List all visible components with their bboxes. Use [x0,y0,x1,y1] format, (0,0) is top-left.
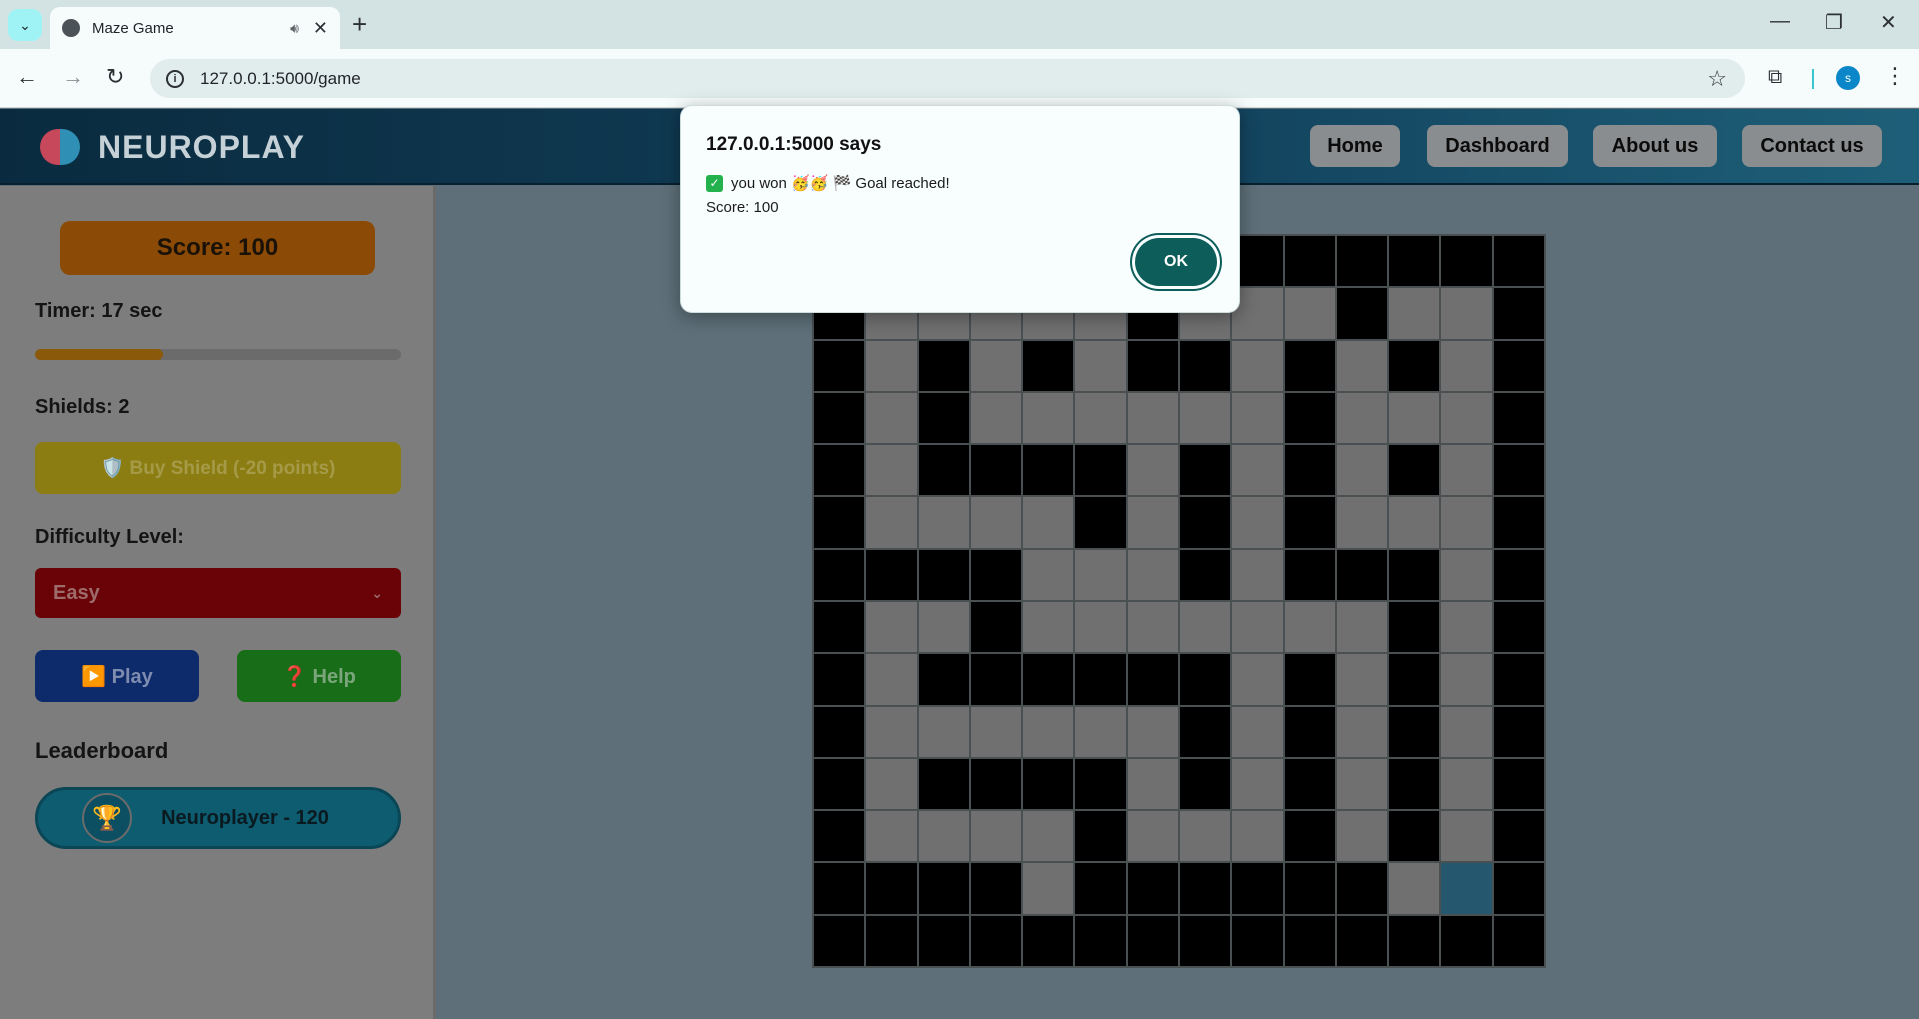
close-window-icon[interactable]: ✕ [1880,10,1897,35]
new-tab-icon[interactable]: + [352,10,367,38]
browser-tab-bar: ⌄ Maze Game 🔊︎ ✕ + — ❐ ✕ [0,0,1919,49]
site-info-icon[interactable]: i [166,69,184,88]
chevron-down-icon: ⌄ [19,16,31,33]
dialog-message-text: you won 🥳🥳 🏁 Goal reached! [731,175,950,192]
extensions-icon[interactable]: ⧉ [1768,66,1782,89]
minimize-icon[interactable]: — [1770,10,1790,33]
close-tab-icon[interactable]: ✕ [313,18,328,39]
globe-icon [62,19,80,37]
toolbar-divider [1812,69,1814,89]
dialog-message: ✓ you won 🥳🥳 🏁 Goal reached! [706,174,950,192]
browser-tab[interactable]: Maze Game 🔊︎ ✕ [50,7,340,49]
bookmark-star-icon[interactable]: ☆ [1707,66,1727,92]
speaker-icon[interactable]: 🔊︎ [290,20,299,37]
address-bar[interactable]: i 127.0.0.1:5000/game ☆ [150,59,1745,98]
tab-title: Maze Game [92,19,174,37]
profile-avatar[interactable]: s [1836,66,1860,90]
dialog-title: 127.0.0.1:5000 says [706,134,882,155]
ok-button[interactable]: OK [1135,238,1217,286]
reload-icon[interactable]: ↻ [106,65,124,89]
check-icon: ✓ [706,174,723,192]
tab-search-button[interactable]: ⌄ [8,9,42,41]
address-url[interactable]: 127.0.0.1:5000/game [200,69,1707,89]
browser-menu-icon[interactable]: ⋮ [1884,63,1906,89]
alert-dialog: 127.0.0.1:5000 says ✓ you won 🥳🥳 🏁 Goal … [680,105,1240,313]
restore-icon[interactable]: ❐ [1825,10,1843,35]
browser-toolbar: ← → ↻ i 127.0.0.1:5000/game ☆ ⧉ s ⋮ [0,49,1919,108]
dialog-score: Score: 100 [706,199,779,216]
forward-icon[interactable]: → [62,65,84,89]
back-icon[interactable]: ← [16,65,38,89]
